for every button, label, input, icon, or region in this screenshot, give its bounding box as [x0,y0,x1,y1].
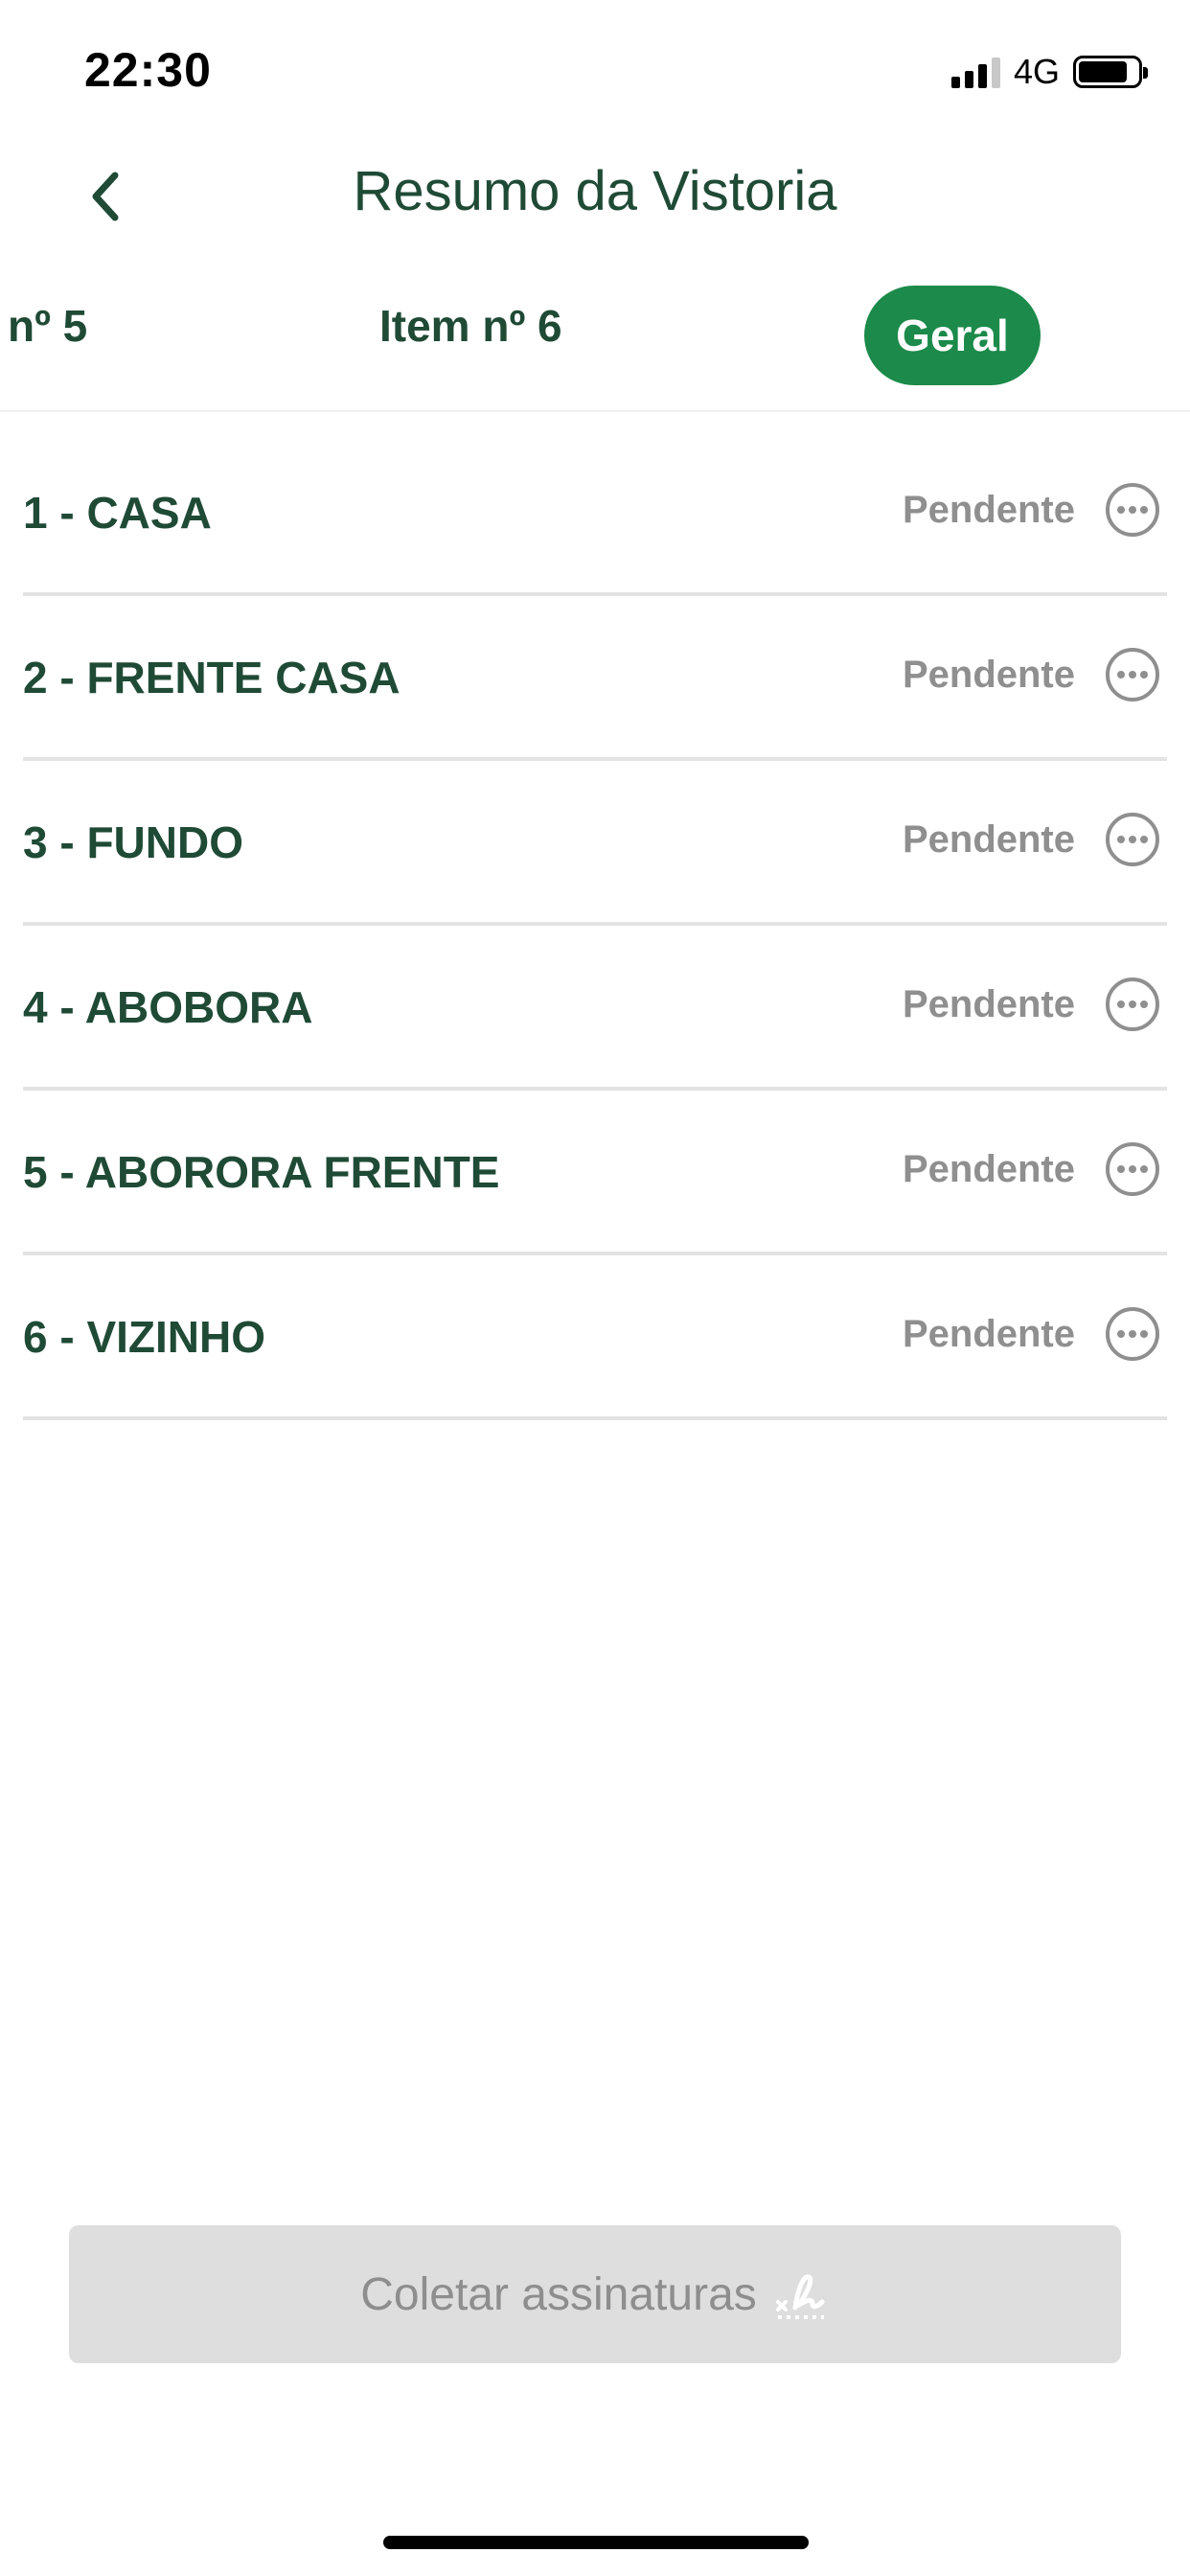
status-label: Pendente [902,489,1075,531]
header: Resumo da Vistoria [0,134,1190,259]
status-bar: 22:30 4G [0,0,1190,134]
status-label: Pendente [902,818,1075,861]
more-options-icon[interactable] [1104,1305,1161,1363]
network-type: 4G [1013,52,1060,91]
item-title: 4 - ABOBORA [23,982,313,1032]
signature-icon [775,2274,825,2319]
inspection-list: 1 - CASA Pendente 2 - FRENTE CASA Penden… [23,431,1167,1420]
item-title: 5 - ABORORA FRENTE [23,1147,500,1197]
more-options-icon[interactable] [1104,646,1161,703]
more-options-icon[interactable] [1104,811,1161,868]
status-label: Pendente [902,654,1075,696]
status-indicators: 4G [950,52,1148,92]
more-options-icon[interactable] [1104,481,1161,539]
list-item[interactable]: 4 - ABOBORA Pendente [23,926,1167,1091]
status-label: Pendente [902,1148,1075,1190]
signal-icon [950,56,1000,88]
tab-bar: nº 5 Item nº 6 Geral [0,278,1190,412]
home-indicator [383,2536,809,2549]
tab-item-5[interactable]: nº 5 [8,297,87,355]
tab-item-6[interactable]: Item nº 6 [379,297,562,355]
list-item[interactable]: 1 - CASA Pendente [23,431,1167,596]
page-title: Resumo da Vistoria [353,160,837,222]
list-item[interactable]: 6 - VIZINHO Pendente [23,1255,1167,1420]
item-title: 1 - CASA [23,488,212,538]
collect-signatures-button[interactable]: Coletar assinaturas [69,2225,1121,2363]
more-options-icon[interactable] [1104,1140,1161,1198]
battery-icon [1073,56,1148,88]
list-item[interactable]: 3 - FUNDO Pendente [23,761,1167,926]
item-title: 6 - VIZINHO [23,1312,266,1362]
collect-signatures-label: Coletar assinaturas [360,2268,757,2320]
item-title: 3 - FUNDO [23,817,243,867]
list-item[interactable]: 2 - FRENTE CASA Pendente [23,596,1167,761]
status-label: Pendente [902,1313,1075,1355]
list-item[interactable]: 5 - ABORORA FRENTE Pendente [23,1091,1167,1255]
tab-geral[interactable]: Geral [864,286,1041,385]
more-options-icon[interactable] [1104,976,1161,1033]
status-time: 22:30 [84,43,212,97]
status-label: Pendente [902,983,1075,1025]
item-title: 2 - FRENTE CASA [23,653,400,702]
